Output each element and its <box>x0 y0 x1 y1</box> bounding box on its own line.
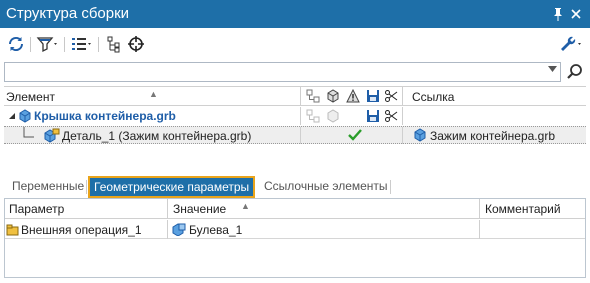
scissors-icon <box>385 90 398 102</box>
filter-button[interactable] <box>36 35 60 53</box>
part-icon-wrap <box>42 128 60 144</box>
tree-header: Элемент ▲ Ссылка <box>4 86 586 106</box>
search-icon <box>567 64 582 79</box>
column-reference-header[interactable]: Ссылка <box>412 90 454 104</box>
column-element-header[interactable]: Элемент <box>6 90 55 104</box>
list-filter-icon <box>72 38 91 50</box>
operation-icon-wrap <box>6 224 20 237</box>
assembly-name: Крышка контейнера.grb <box>34 109 176 123</box>
part-column-header[interactable] <box>326 89 340 103</box>
part-cube-icon <box>327 89 339 103</box>
boolean-icon-wrap <box>171 222 187 236</box>
save-column-header[interactable] <box>366 89 380 103</box>
table-row[interactable]: Внешняя операция_1 Булева_1 <box>5 220 585 239</box>
toolbar-separator <box>64 37 65 52</box>
search-dropdown-button[interactable] <box>548 66 557 72</box>
hierarchy-icon <box>306 89 320 103</box>
tree-structure-button[interactable] <box>104 35 124 53</box>
pin-button[interactable] <box>550 6 566 22</box>
parameters-grid: Параметр Значение ▲ Комментарий Внешняя … <box>4 198 586 278</box>
parameter-value[interactable]: Булева_1 <box>189 223 242 237</box>
hierarchy-faded-icon <box>306 109 320 123</box>
column-divider <box>300 127 301 144</box>
toolbar <box>0 28 590 60</box>
collapse-triangle-icon <box>9 113 15 119</box>
warning-column-header[interactable] <box>346 89 360 103</box>
column-value-header[interactable]: Значение <box>173 202 226 216</box>
toolbar-separator <box>98 37 99 52</box>
scissors-icon <box>385 110 398 122</box>
toolbar-separator <box>30 37 31 52</box>
column-divider <box>479 220 480 239</box>
list-filter-button[interactable] <box>70 35 94 53</box>
close-button[interactable] <box>568 6 584 22</box>
refresh-button[interactable] <box>6 35 26 53</box>
document-part-icon <box>414 128 426 142</box>
assembly-structure-panel: Структура сборки Элемент ▲ Ссылка Крышка… <box>0 0 590 283</box>
column-divider <box>167 199 168 219</box>
column-divider <box>300 107 301 125</box>
tab-bar: Переменные Геометрические параметры Ссыл… <box>4 176 586 198</box>
tree-connector-line <box>23 127 34 138</box>
assembly-icon-wrap <box>18 109 34 123</box>
assembly-icon <box>19 109 31 123</box>
column-parameter-header[interactable]: Параметр <box>9 202 64 216</box>
close-icon <box>571 9 581 19</box>
boolean-operation-icon <box>172 223 186 236</box>
tab-reference-elements[interactable]: Ссылочные элементы <box>260 176 392 198</box>
settings-button[interactable] <box>558 35 584 53</box>
part-reference[interactable]: Зажим контейнера.grb <box>430 129 555 143</box>
cut-cell[interactable] <box>384 109 398 123</box>
linked-part-icon <box>44 128 60 143</box>
tab-geometric-parameters[interactable]: Геометрические параметры <box>88 176 256 198</box>
part-faded-icon <box>327 109 339 123</box>
refresh-icon <box>8 36 24 52</box>
column-divider <box>402 87 403 105</box>
column-divider <box>479 199 480 219</box>
target-crosshair-icon <box>128 36 144 52</box>
column-divider <box>402 127 403 144</box>
pin-icon <box>554 8 562 21</box>
tree-connector <box>22 127 34 141</box>
grid-header: Параметр Значение ▲ Комментарий <box>5 199 585 219</box>
filter-icon <box>36 37 57 53</box>
search-input[interactable] <box>4 62 561 82</box>
warning-icon <box>346 89 360 103</box>
expand-toggle[interactable] <box>8 112 16 120</box>
chevron-down-icon <box>548 66 557 72</box>
tree-row-part[interactable]: Деталь_1 (Зажим контейнера.grb) Зажим ко… <box>4 126 586 144</box>
cut-column-header[interactable] <box>384 89 398 103</box>
tree-row-assembly[interactable]: Крышка контейнера.grb <box>4 107 586 125</box>
column-divider <box>300 87 301 105</box>
save-cell[interactable] <box>366 109 380 123</box>
save-disk-icon <box>367 90 379 102</box>
sort-ascending-icon: ▲ <box>241 201 250 211</box>
save-disk-icon <box>367 110 379 122</box>
check-cell <box>347 128 363 142</box>
checkmark-icon <box>348 129 362 141</box>
reference-icon-wrap <box>412 128 428 142</box>
column-comment-header[interactable]: Комментарий <box>485 202 561 216</box>
tab-divider <box>86 180 87 194</box>
part-name: Деталь_1 (Зажим контейнера.grb) <box>62 129 252 143</box>
title-bar: Структура сборки <box>0 0 590 28</box>
settings-wrench-icon <box>561 36 581 51</box>
hierarchy-cell <box>306 109 320 123</box>
hierarchy-column-header[interactable] <box>306 89 320 103</box>
external-operation-icon <box>6 224 19 236</box>
sort-ascending-icon: ▲ <box>149 89 158 99</box>
search-button[interactable] <box>565 61 585 83</box>
column-divider <box>402 107 403 125</box>
part-cell <box>326 109 340 123</box>
tree-structure-icon <box>107 36 120 53</box>
window-title: Структура сборки <box>6 5 130 22</box>
tab-divider <box>390 180 391 194</box>
parameter-name: Внешняя операция_1 <box>21 223 142 237</box>
column-divider <box>167 220 168 239</box>
target-button[interactable] <box>126 35 146 53</box>
tab-variables[interactable]: Переменные <box>8 176 88 198</box>
